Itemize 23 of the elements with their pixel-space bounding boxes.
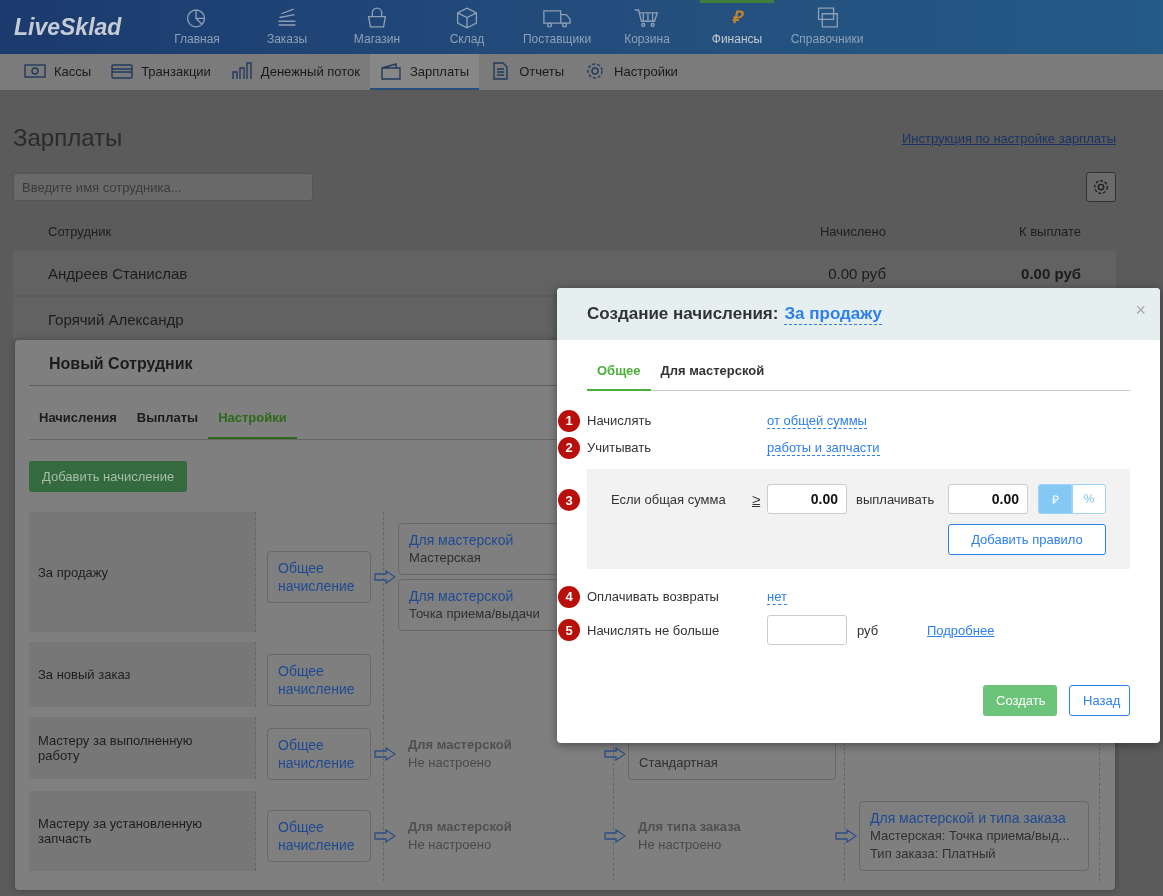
field-label: Если общая сумма	[611, 491, 727, 507]
step-badge: 4	[558, 585, 580, 608]
step-badge: 3	[558, 489, 580, 511]
column-header: К выплате	[1017, 223, 1081, 239]
rule-name: За новый заказ	[38, 667, 131, 682]
column-header: Сотрудник	[48, 223, 112, 239]
rule-name: Мастеру за выполненную работу	[38, 733, 194, 763]
employee-name: Горячий Александр	[48, 310, 184, 328]
currency-label: руб	[857, 622, 880, 638]
step-badge: 2	[558, 436, 580, 459]
rule-name: Мастеру за установленную запчасть	[38, 816, 204, 846]
dialog-title: Создание начисления:	[587, 304, 779, 324]
employee-name: Андреев Станислав	[48, 264, 188, 282]
field-label: Начислять	[587, 413, 653, 428]
column-header: Начислено	[818, 223, 886, 239]
field-label: Учитывать	[587, 440, 653, 455]
field-label: выплачивать	[856, 491, 936, 507]
step-badge: 5	[558, 619, 580, 641]
rule-name: За продажу	[38, 564, 109, 580]
table-cell-text: 0.00 руб	[827, 264, 886, 282]
table-cell-text: 0.00 руб	[1020, 264, 1081, 282]
operator-sign: ≥	[752, 490, 762, 508]
step-badge: 1	[558, 409, 580, 432]
